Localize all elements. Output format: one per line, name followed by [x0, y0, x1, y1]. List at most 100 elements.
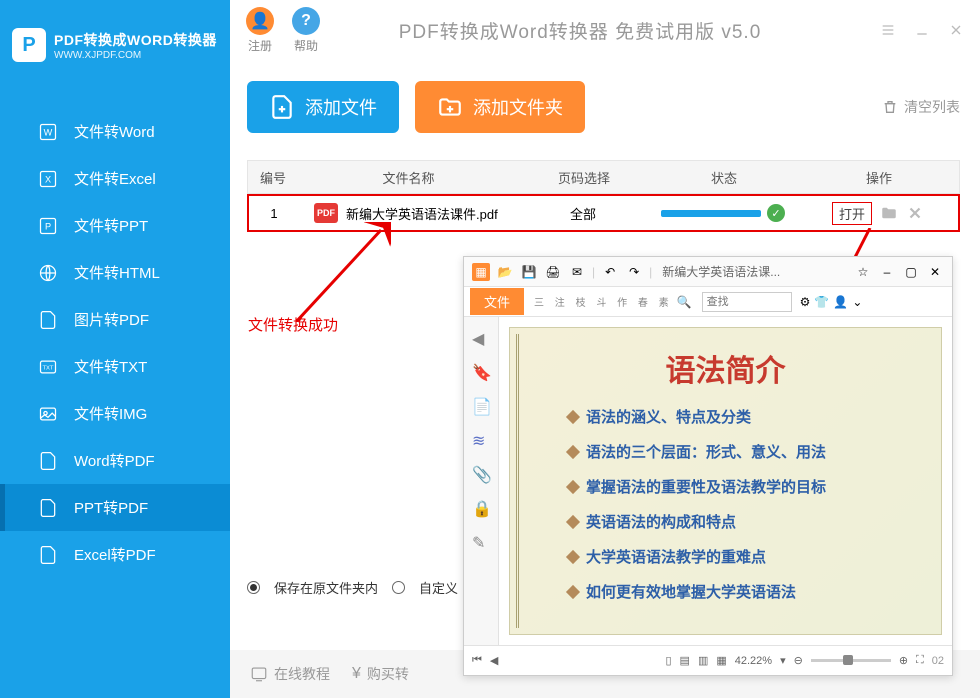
logo-title: PDF转换成WORD转换器: [54, 30, 217, 50]
pv-open-icon[interactable]: 📂: [496, 263, 514, 281]
pv-undo-icon[interactable]: ↶: [601, 263, 619, 281]
nav-item-excel2pdf[interactable]: Excel转PDF: [0, 531, 230, 578]
settings-button[interactable]: [880, 22, 896, 38]
nav-label: 文件转HTML: [74, 262, 160, 283]
sidebar: P PDF转换成WORD转换器 WWW.XJPDF.COM W文件转Word X…: [0, 0, 230, 698]
pv-attach-icon[interactable]: 📎: [472, 465, 490, 483]
nav-item-word2pdf[interactable]: Word转PDF: [0, 437, 230, 484]
pv-save-icon[interactable]: 💾: [520, 263, 538, 281]
txt-icon: TXT: [38, 357, 58, 377]
pv-redo-icon[interactable]: ↷: [625, 263, 643, 281]
pv-view4-icon[interactable]: ▦: [716, 654, 726, 667]
logo-url: WWW.XJPDF.COM: [54, 50, 217, 61]
pv-expand-icon[interactable]: ⛶: [916, 654, 924, 667]
pv-view1-icon[interactable]: ▯: [665, 654, 671, 667]
logo-badge: P: [12, 28, 46, 62]
nav-label: 文件转PPT: [74, 215, 148, 236]
radio-original-folder[interactable]: [247, 581, 260, 594]
radio-custom[interactable]: [392, 581, 405, 594]
nav-item-img[interactable]: 文件转IMG: [0, 390, 230, 437]
pv-zoom-slider[interactable]: [811, 659, 891, 662]
pv-file-tab[interactable]: 文件: [470, 288, 524, 315]
pv-zoom-dropdown[interactable]: ▾: [780, 654, 786, 667]
clear-list-button[interactable]: 清空列表: [882, 97, 960, 117]
pv-zoom-in[interactable]: ⊕: [899, 654, 908, 667]
table-row: 1 PDF新编大学英语语法课件.pdf 全部 ✓ 打开: [247, 194, 960, 232]
preview-ribbon: 文件 三 注 枝 斗 作 春 素 🔍 ⚙ 👕 👤 ⌄: [464, 287, 952, 317]
open-button[interactable]: 打开: [832, 202, 872, 225]
nav-label: Excel转PDF: [74, 544, 156, 565]
pv-max-icon[interactable]: ▢: [902, 263, 920, 281]
nav-item-txt[interactable]: TXT文件转TXT: [0, 343, 230, 390]
arrow-annotation-1: [296, 222, 391, 322]
pv-star-icon[interactable]: ☆: [854, 263, 872, 281]
nav-label: PPT转PDF: [74, 497, 148, 518]
bullet-icon: [566, 584, 580, 598]
excel-icon: X: [38, 169, 58, 189]
clear-label: 清空列表: [904, 97, 960, 117]
add-folder-button[interactable]: 添加文件夹: [415, 81, 585, 133]
nav-item-word[interactable]: W文件转Word: [0, 108, 230, 155]
folder-icon[interactable]: [880, 204, 898, 222]
nav: W文件转Word X 文件转Excel P 文件转PPT 文件转HTML 图片转PD…: [0, 108, 230, 578]
pv-lock-icon[interactable]: 🔒: [472, 499, 490, 517]
pv-caret-icon[interactable]: ⌄: [852, 295, 862, 309]
topbar: 👤注册 ?帮助 PDF转换成Word转换器 免费试用版 v5.0: [230, 0, 980, 60]
opt2-label: 自定义: [419, 578, 458, 597]
svg-text:P: P: [45, 221, 51, 231]
buy-link[interactable]: ¥购买转: [352, 664, 409, 684]
pv-heading: 语法简介: [540, 346, 911, 390]
svg-text:X: X: [45, 174, 51, 184]
image-icon: [38, 404, 58, 424]
pv-skin-icon[interactable]: 👕: [814, 295, 829, 309]
row-filename: 新编大学英语语法课件.pdf: [346, 204, 498, 223]
pv-nav-first-icon[interactable]: ⏮: [472, 654, 482, 667]
nav-label: Word转PDF: [74, 450, 155, 471]
pv-zoom-icon[interactable]: 🔍: [677, 295, 692, 309]
pv-view3-icon[interactable]: ▥: [698, 654, 708, 667]
pv-bookmark-icon[interactable]: 🔖: [472, 363, 490, 381]
nav-item-html[interactable]: 文件转HTML: [0, 249, 230, 296]
pv-pages-icon[interactable]: 📄: [472, 397, 490, 415]
row-pages[interactable]: 全部: [518, 204, 648, 223]
pv-search-input[interactable]: [702, 292, 792, 312]
row-num: 1: [249, 206, 299, 221]
pv-print-icon[interactable]: 🖨: [544, 263, 562, 281]
nav-label: 文件转IMG: [74, 403, 147, 424]
close-button[interactable]: [948, 22, 964, 38]
user-icon: 👤: [246, 7, 274, 35]
pv-sign-icon[interactable]: ✎: [472, 533, 490, 551]
word-icon: W: [38, 122, 58, 142]
pv-nav-prev-icon[interactable]: ◀: [490, 654, 498, 667]
pv-min-icon[interactable]: –: [878, 263, 896, 281]
pv-gear-icon[interactable]: ⚙: [800, 295, 811, 309]
table-header: 编号 文件名称 页码选择 状态 操作: [247, 160, 960, 194]
pv-zoom-out[interactable]: ⊖: [794, 654, 803, 667]
bullet-icon: [566, 479, 580, 493]
bullet-icon: [566, 549, 580, 563]
tutorial-link[interactable]: 在线教程: [250, 664, 330, 684]
add-file-button[interactable]: 添加文件: [247, 81, 399, 133]
preview-window: ▦ 📂 💾 🖨 ✉ | ↶ ↷ | 新编大学英语语法课... ☆ – ▢ ✕ 文…: [463, 256, 953, 676]
bullet-icon: [566, 514, 580, 528]
pv-user-icon[interactable]: 👤: [833, 295, 848, 309]
nav-item-img2pdf[interactable]: 图片转PDF: [0, 296, 230, 343]
nav-item-excel[interactable]: X 文件转Excel: [0, 155, 230, 202]
pv-view2-icon[interactable]: ▤: [680, 654, 690, 667]
delete-icon[interactable]: [906, 204, 924, 222]
pv-line: 语法的三个层面：形式、意义、用法: [586, 441, 826, 462]
register-button[interactable]: 👤注册: [246, 7, 274, 54]
pv-caret-left-icon[interactable]: ◀: [472, 329, 490, 347]
nav-item-ppt[interactable]: P 文件转PPT: [0, 202, 230, 249]
check-icon: ✓: [767, 204, 785, 222]
minimize-button[interactable]: [914, 22, 930, 38]
nav-label: 文件转Excel: [74, 168, 156, 189]
col-name: 文件名称: [298, 168, 519, 187]
pv-close-icon[interactable]: ✕: [926, 263, 944, 281]
col-status: 状态: [649, 168, 799, 187]
svg-text:TXT: TXT: [42, 365, 53, 371]
pv-mail-icon[interactable]: ✉: [568, 263, 586, 281]
bullet-icon: [566, 444, 580, 458]
nav-item-ppt2pdf[interactable]: PPT转PDF: [0, 484, 230, 531]
pv-layers-icon[interactable]: ≋: [472, 431, 490, 449]
